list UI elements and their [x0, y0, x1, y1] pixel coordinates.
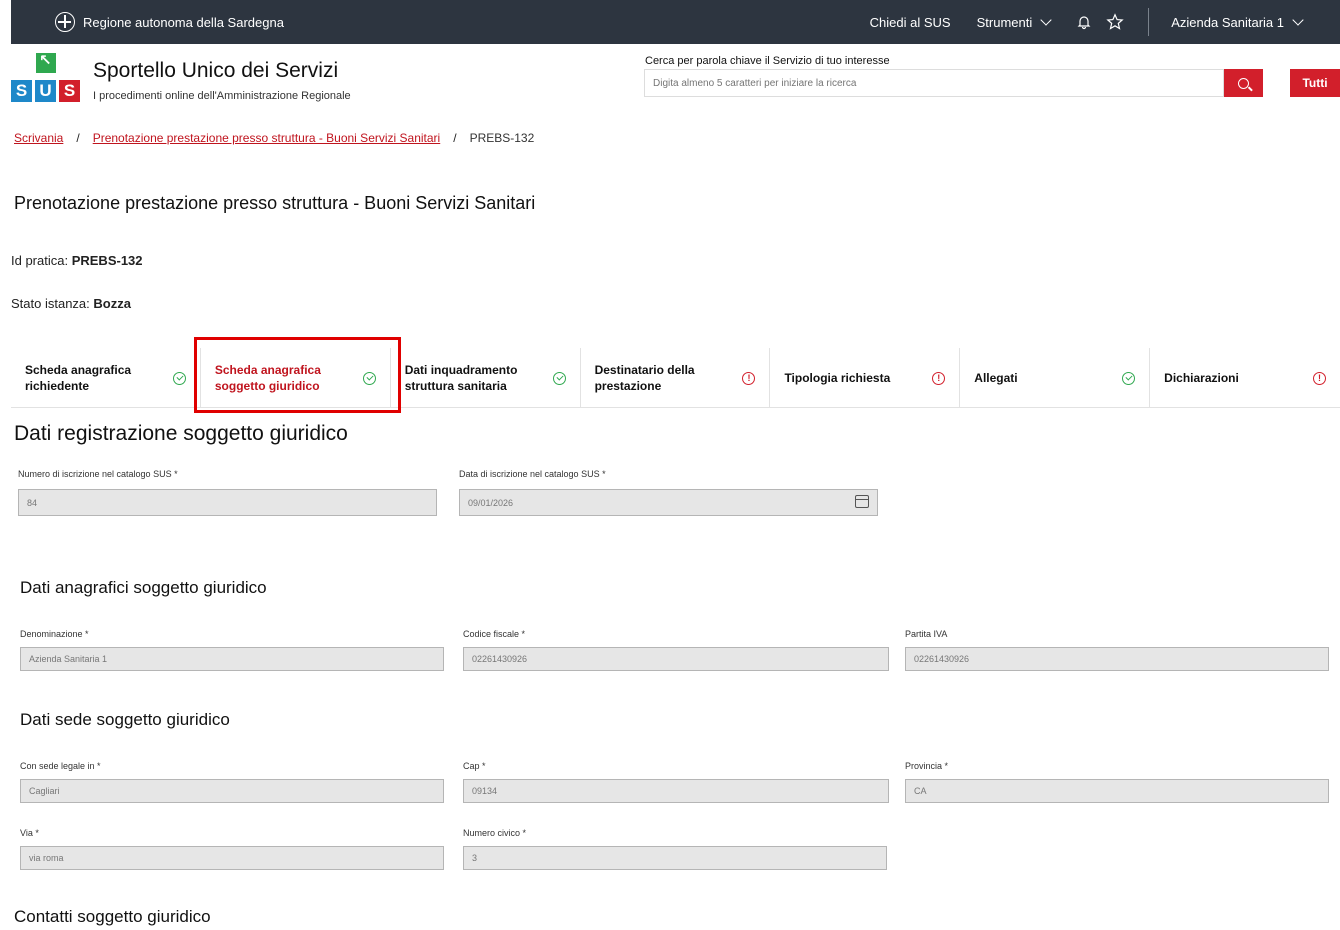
numero-iscrizione-value: 84 — [27, 497, 38, 508]
id-pratica-label: Id pratica: — [11, 253, 72, 268]
chiedi-al-sus-link[interactable]: Chiedi al SUS — [870, 15, 951, 30]
check-circle-icon — [1122, 372, 1136, 385]
star-icon[interactable] — [1106, 13, 1124, 31]
logo-letter: S — [11, 80, 32, 102]
via-value: via roma — [29, 853, 64, 863]
cap-value: 09134 — [472, 786, 498, 796]
check-circle-icon — [362, 372, 376, 385]
section-title-registrazione: Dati registrazione soggetto giuridico — [14, 422, 348, 445]
sede-legale-value: Cagliari — [29, 786, 60, 796]
strumenti-menu[interactable]: Strumenti — [976, 13, 1052, 30]
breadcrumb-separator: / — [76, 131, 80, 145]
region-link[interactable]: Regione autonoma della Sardegna — [55, 0, 284, 44]
partita-iva-label: Partita IVA — [905, 629, 948, 639]
cap-field[interactable]: 09134 — [463, 779, 889, 803]
step-label: Scheda anagrafica soggetto giuridico — [214, 363, 321, 393]
search-label: Cerca per parola chiave il Servizio di t… — [645, 55, 890, 67]
strumenti-label: Strumenti — [976, 14, 1033, 30]
chevron-down-icon — [1292, 13, 1304, 26]
alert-circle-icon — [932, 372, 946, 385]
step-label: Dati inquadramento struttura sanitaria — [404, 363, 518, 393]
step-dichiarazioni[interactable]: Dichiarazioni — [1150, 348, 1340, 408]
breadcrumb-current: PREBS-132 — [469, 131, 535, 145]
arrow-icon — [36, 51, 56, 73]
search-icon — [1238, 77, 1249, 89]
calendar-icon[interactable] — [855, 495, 869, 508]
region-name: Regione autonoma della Sardegna — [83, 14, 284, 30]
step-label: Destinatario della prestazione — [594, 363, 695, 393]
stato-label: Stato istanza: — [11, 296, 94, 311]
data-iscrizione-value: 09/01/2026 — [468, 497, 514, 508]
provincia-value: CA — [914, 786, 927, 796]
region-crest-icon — [55, 12, 75, 32]
search-input[interactable] — [645, 70, 1223, 96]
chevron-down-icon — [1040, 13, 1052, 26]
section-title-sede: Dati sede soggetto giuridico — [20, 710, 230, 729]
data-iscrizione-field[interactable]: 09/01/2026 — [459, 489, 878, 516]
step-destinatario[interactable]: Destinatario della prestazione — [581, 348, 771, 408]
codice-fiscale-value: 02261430926 — [472, 654, 528, 664]
provincia-field[interactable]: CA — [905, 779, 1329, 803]
step-label: Scheda anagrafica richiedente — [25, 363, 132, 393]
cap-label: Cap * — [463, 761, 486, 771]
bell-icon[interactable] — [1076, 14, 1092, 30]
codice-fiscale-label: Codice fiscale * — [463, 629, 526, 639]
id-pratica-value: PREBS-132 — [71, 253, 143, 268]
provincia-label: Provincia * — [905, 761, 949, 771]
breadcrumb-separator: / — [453, 131, 457, 145]
numero-iscrizione-label: Numero di iscrizione nel catalogo SUS * — [18, 469, 178, 479]
numero-civico-value: 3 — [472, 853, 478, 863]
stato-value: Bozza — [93, 296, 131, 311]
brand-subtitle: I procedimenti online dell'Amministrazio… — [93, 90, 351, 102]
partita-iva-value: 02261430926 — [914, 654, 970, 664]
topbar-divider — [1148, 8, 1150, 36]
denominazione-label: Denominazione * — [20, 629, 89, 639]
via-field[interactable]: via roma — [20, 846, 444, 870]
data-iscrizione-label: Data di iscrizione nel catalogo SUS * — [459, 469, 606, 479]
step-scheda-richiedente[interactable]: Scheda anagrafica richiedente — [11, 348, 201, 408]
tutti-button[interactable]: Tutti — [1290, 69, 1340, 97]
denominazione-field[interactable]: Azienda Sanitaria 1 — [20, 647, 444, 671]
check-circle-icon — [172, 372, 186, 385]
search-field — [644, 69, 1224, 97]
section-title-contatti: Contatti soggetto giuridico — [14, 907, 211, 926]
numero-civico-field[interactable]: 3 — [463, 846, 887, 870]
codice-fiscale-field[interactable]: 02261430926 — [463, 647, 889, 671]
step-label: Dichiarazioni — [1164, 371, 1239, 385]
page-title: Prenotazione prestazione presso struttur… — [14, 193, 536, 213]
section-title-anagrafici: Dati anagrafici soggetto giuridico — [20, 578, 267, 597]
breadcrumb-scrivania[interactable]: Scrivania — [14, 131, 63, 145]
numero-iscrizione-field[interactable]: 84 — [18, 489, 437, 516]
step-allegati[interactable]: Allegati — [960, 348, 1151, 408]
sus-logo[interactable]: S U S — [11, 51, 81, 103]
breadcrumb: Scrivania / Prenotazione prestazione pre… — [14, 131, 534, 145]
id-pratica: Id pratica: PREBS-132 — [11, 253, 143, 268]
step-dati-inquadramento[interactable]: Dati inquadramento struttura sanitaria — [391, 348, 581, 408]
top-bar: Regione autonoma della Sardegna Chiedi a… — [11, 0, 1340, 44]
step-scheda-soggetto-giuridico[interactable]: Scheda anagrafica soggetto giuridico — [201, 348, 391, 408]
via-label: Via * — [20, 828, 39, 838]
step-label: Allegati — [974, 371, 1018, 385]
numero-civico-label: Numero civico * — [463, 828, 527, 838]
partita-iva-field[interactable]: 02261430926 — [905, 647, 1329, 671]
user-menu[interactable]: Azienda Sanitaria 1 — [1171, 13, 1304, 30]
check-circle-icon — [552, 372, 566, 385]
sede-legale-label: Con sede legale in * — [20, 761, 101, 771]
logo-letter: S — [59, 80, 80, 102]
user-name: Azienda Sanitaria 1 — [1171, 14, 1284, 30]
alert-circle-icon — [1313, 372, 1327, 385]
alert-circle-icon — [742, 372, 756, 385]
stepper: Scheda anagrafica richiedente Scheda ana… — [11, 348, 1340, 408]
stato-istanza: Stato istanza: Bozza — [11, 296, 131, 311]
breadcrumb-servizio[interactable]: Prenotazione prestazione presso struttur… — [93, 131, 441, 145]
search-button[interactable] — [1224, 69, 1263, 97]
step-tipologia-richiesta[interactable]: Tipologia richiesta — [770, 348, 961, 408]
chiedi-label: Chiedi al SUS — [869, 14, 951, 30]
step-label: Tipologia richiesta — [784, 371, 891, 385]
brand-title: Sportello Unico dei Servizi — [93, 59, 339, 82]
sede-legale-field[interactable]: Cagliari — [20, 779, 444, 803]
logo-letter: U — [35, 80, 56, 102]
denominazione-value: Azienda Sanitaria 1 — [29, 654, 108, 664]
